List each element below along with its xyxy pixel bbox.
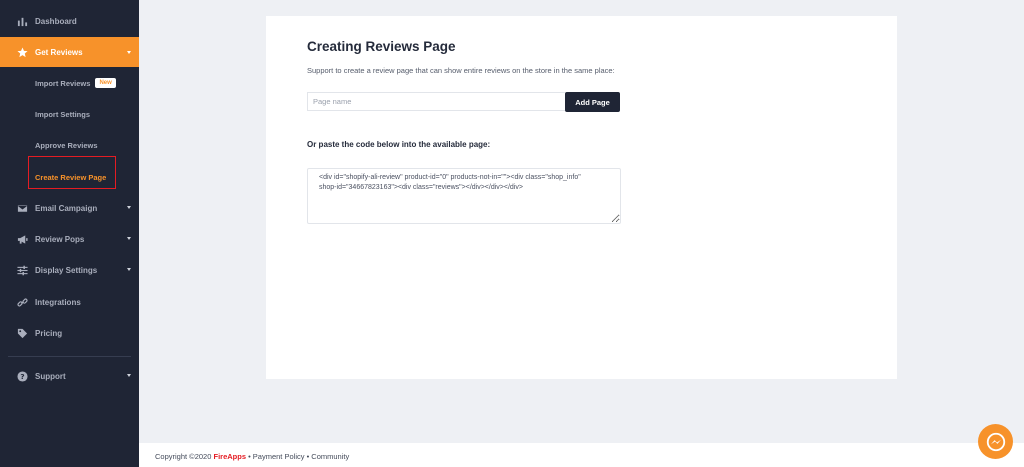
footer-separator: • bbox=[246, 452, 253, 461]
tag-icon bbox=[17, 328, 28, 339]
chevron-down-icon bbox=[127, 50, 131, 54]
sidebar: Dashboard Get Reviews Import Reviews New… bbox=[0, 0, 139, 467]
chevron-down-icon bbox=[127, 268, 131, 271]
sidebar-item-email-campaign[interactable]: Email Campaign bbox=[0, 198, 139, 218]
chevron-down-icon bbox=[127, 374, 131, 377]
add-page-button[interactable]: Add Page bbox=[565, 92, 620, 112]
question-icon: ? bbox=[17, 370, 28, 382]
page-title: Creating Reviews Page bbox=[307, 39, 456, 54]
page-description: Support to create a review page that can… bbox=[307, 66, 615, 75]
sidebar-subitem-approve-reviews[interactable]: Approve Reviews bbox=[35, 138, 98, 152]
sidebar-subitem-import-reviews[interactable]: Import Reviews New bbox=[35, 76, 116, 90]
footer-text: Copyright ©2020 FireApps • Payment Polic… bbox=[155, 452, 349, 461]
svg-text:?: ? bbox=[20, 372, 24, 381]
sidebar-item-pricing[interactable]: Pricing bbox=[0, 323, 139, 343]
megaphone-icon bbox=[17, 234, 28, 245]
page-name-input[interactable] bbox=[307, 92, 565, 111]
sidebar-subitem-label: Approve Reviews bbox=[35, 140, 98, 150]
sliders-icon bbox=[17, 265, 28, 276]
sidebar-item-display-settings[interactable]: Display Settings bbox=[0, 260, 139, 280]
sidebar-item-get-reviews[interactable]: Get Reviews bbox=[0, 37, 139, 67]
code-line: shop-id="34667823163"><div class="review… bbox=[319, 184, 523, 191]
sidebar-item-label: Review Pops bbox=[35, 234, 85, 244]
sidebar-item-dashboard[interactable]: Dashboard bbox=[0, 11, 139, 31]
community-link[interactable]: Community bbox=[311, 452, 349, 461]
code-label: Or paste the code below into the availab… bbox=[307, 140, 491, 149]
envelope-icon bbox=[17, 203, 28, 214]
sidebar-item-label: Display Settings bbox=[35, 265, 98, 275]
footer: Copyright ©2020 FireApps • Payment Polic… bbox=[139, 443, 1024, 467]
star-icon bbox=[17, 46, 28, 58]
sidebar-item-integrations[interactable]: Integrations bbox=[0, 292, 139, 312]
copyright-text: Copyright ©2020 bbox=[155, 452, 214, 461]
sidebar-subitem-label: Import Reviews bbox=[35, 78, 91, 88]
chevron-down-icon bbox=[127, 237, 131, 240]
payment-policy-link[interactable]: Payment Policy bbox=[253, 452, 305, 461]
sidebar-subitem-label: Import Settings bbox=[35, 109, 91, 119]
sidebar-item-label: Dashboard bbox=[35, 16, 77, 26]
brand-link[interactable]: FireApps bbox=[213, 452, 246, 461]
sidebar-item-support[interactable]: ? Support bbox=[0, 366, 139, 386]
embed-code-textarea[interactable]: <div id="shopify-ali-review" product-id=… bbox=[307, 168, 621, 224]
bar-chart-icon bbox=[17, 16, 28, 27]
sidebar-item-label: Email Campaign bbox=[35, 203, 98, 213]
chevron-down-icon bbox=[127, 206, 131, 209]
sidebar-item-label: Get Reviews bbox=[35, 47, 83, 57]
content-card: Creating Reviews Page Support to create … bbox=[266, 16, 897, 379]
new-badge: New bbox=[95, 78, 116, 88]
messenger-icon bbox=[986, 432, 1005, 451]
link-icon bbox=[17, 297, 28, 308]
highlight-box bbox=[28, 156, 116, 189]
sidebar-subitem-import-settings[interactable]: Import Settings bbox=[35, 107, 90, 121]
sidebar-item-review-pops[interactable]: Review Pops bbox=[0, 229, 139, 249]
sidebar-item-label: Pricing bbox=[35, 328, 63, 338]
sidebar-item-label: Support bbox=[35, 371, 66, 381]
sidebar-divider bbox=[8, 356, 131, 357]
messenger-chat-button[interactable] bbox=[978, 424, 1013, 459]
code-line: <div id="shopify-ali-review" product-id=… bbox=[319, 174, 581, 181]
sidebar-item-label: Integrations bbox=[35, 297, 81, 307]
